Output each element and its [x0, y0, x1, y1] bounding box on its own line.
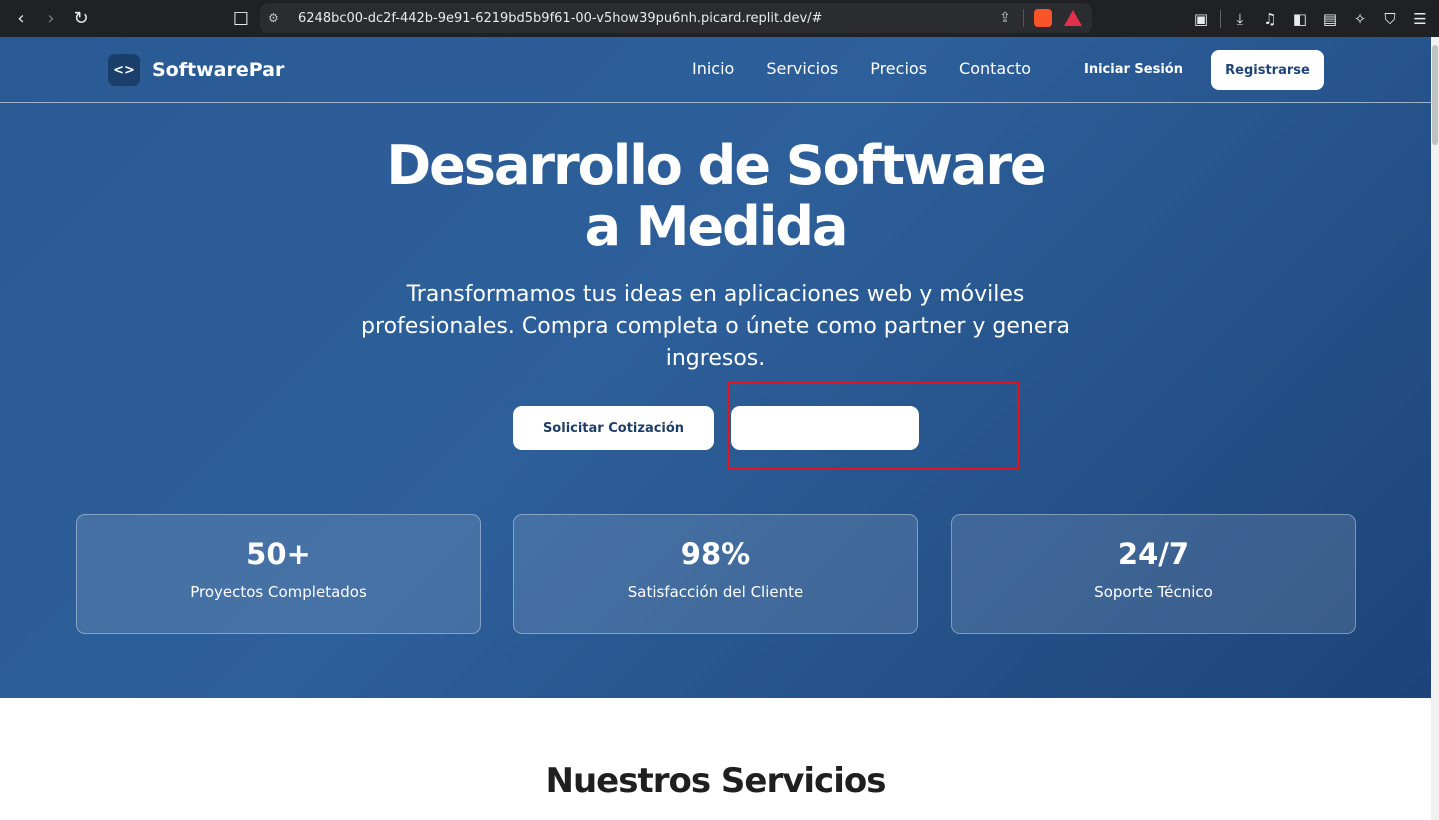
hero-title: Desarrollo de Software a Medida [0, 135, 1431, 257]
highlight-annotation [728, 382, 1019, 470]
hero-title-line1: Desarrollo de Software [386, 134, 1046, 197]
brand[interactable]: <> SoftwarePar [108, 54, 284, 86]
divider [1220, 9, 1221, 28]
site-navbar: <> SoftwarePar Inicio Servicios Precios … [0, 37, 1431, 103]
web-page: <> SoftwarePar Inicio Servicios Precios … [0, 37, 1431, 820]
stat-label: Soporte Técnico [1094, 583, 1213, 601]
site-settings-icon[interactable]: ⚙ [268, 11, 294, 25]
scrollbar-thumb[interactable] [1432, 45, 1438, 145]
stat-card-satisfaction: 98% Satisfacción del Cliente [513, 514, 918, 634]
back-icon[interactable]: ‹ [6, 4, 36, 34]
bookmark-icon[interactable]: ☐ [226, 4, 256, 34]
stat-value: 98% [680, 537, 751, 571]
stat-label: Proyectos Completados [190, 583, 367, 601]
brand-name: SoftwarePar [152, 59, 285, 81]
stat-label: Satisfacción del Cliente [627, 583, 804, 601]
nav-link-inicio[interactable]: Inicio [692, 59, 734, 78]
browser-toolbar: ‹ › ↻ ☐ ⚙ 6248bc00-dc2f-442b-9e91-6219bd… [0, 0, 1439, 37]
hero-subtitle: Transformamos tus ideas en aplicaciones … [361, 282, 1070, 371]
services-title: Nuestros Servicios [545, 761, 887, 801]
nav-links: Inicio Servicios Precios Contacto [692, 59, 1063, 78]
brave-rewards-icon[interactable] [1064, 10, 1082, 26]
stat-card-projects: 50+ Proyectos Completados [76, 514, 481, 634]
brave-shields-icon[interactable] [1034, 9, 1052, 27]
forward-icon[interactable]: › [36, 4, 66, 34]
menu-icon[interactable]: ☰ [1405, 4, 1435, 34]
request-quote-button[interactable]: Solicitar Cotización [513, 406, 714, 450]
stat-card-support: 24/7 Soporte Técnico [951, 514, 1356, 634]
screenshot-icon[interactable]: ▣ [1186, 4, 1216, 34]
toolbar-actions: ▣ ⤓ ♫ ◧ ▤ ✧ ⛉ ☰ [1186, 0, 1439, 37]
wallet-icon[interactable]: ▤ [1315, 4, 1345, 34]
stat-value: 50+ [246, 537, 311, 571]
ai-icon[interactable]: ✧ [1345, 4, 1375, 34]
nav-link-precios[interactable]: Precios [870, 59, 927, 78]
register-button[interactable]: Registrarse [1211, 50, 1324, 90]
address-bar[interactable]: ⚙ 6248bc00-dc2f-442b-9e91-6219bd5b9f61-0… [260, 3, 1092, 33]
share-icon[interactable]: ⇪ [991, 10, 1019, 26]
music-icon[interactable]: ♫ [1255, 4, 1285, 34]
url-text[interactable]: 6248bc00-dc2f-442b-9e91-6219bd5b9f61-00-… [298, 11, 991, 26]
login-link[interactable]: Iniciar Sesión [1084, 62, 1183, 77]
download-icon[interactable]: ⤓ [1225, 4, 1255, 34]
stat-value: 24/7 [1117, 537, 1190, 571]
nav-link-contacto[interactable]: Contacto [959, 59, 1031, 78]
reload-icon[interactable]: ↻ [66, 4, 96, 34]
divider [1023, 9, 1024, 27]
sidebar-icon[interactable]: ◧ [1285, 4, 1315, 34]
hero-title-line2: a Medida [584, 195, 849, 258]
hero-section: <> SoftwarePar Inicio Servicios Precios … [0, 37, 1431, 698]
code-icon: <> [108, 54, 140, 86]
page-scrollbar[interactable] [1431, 37, 1439, 820]
vpn-icon[interactable]: ⛉ [1375, 4, 1405, 34]
nav-link-servicios[interactable]: Servicios [766, 59, 838, 78]
